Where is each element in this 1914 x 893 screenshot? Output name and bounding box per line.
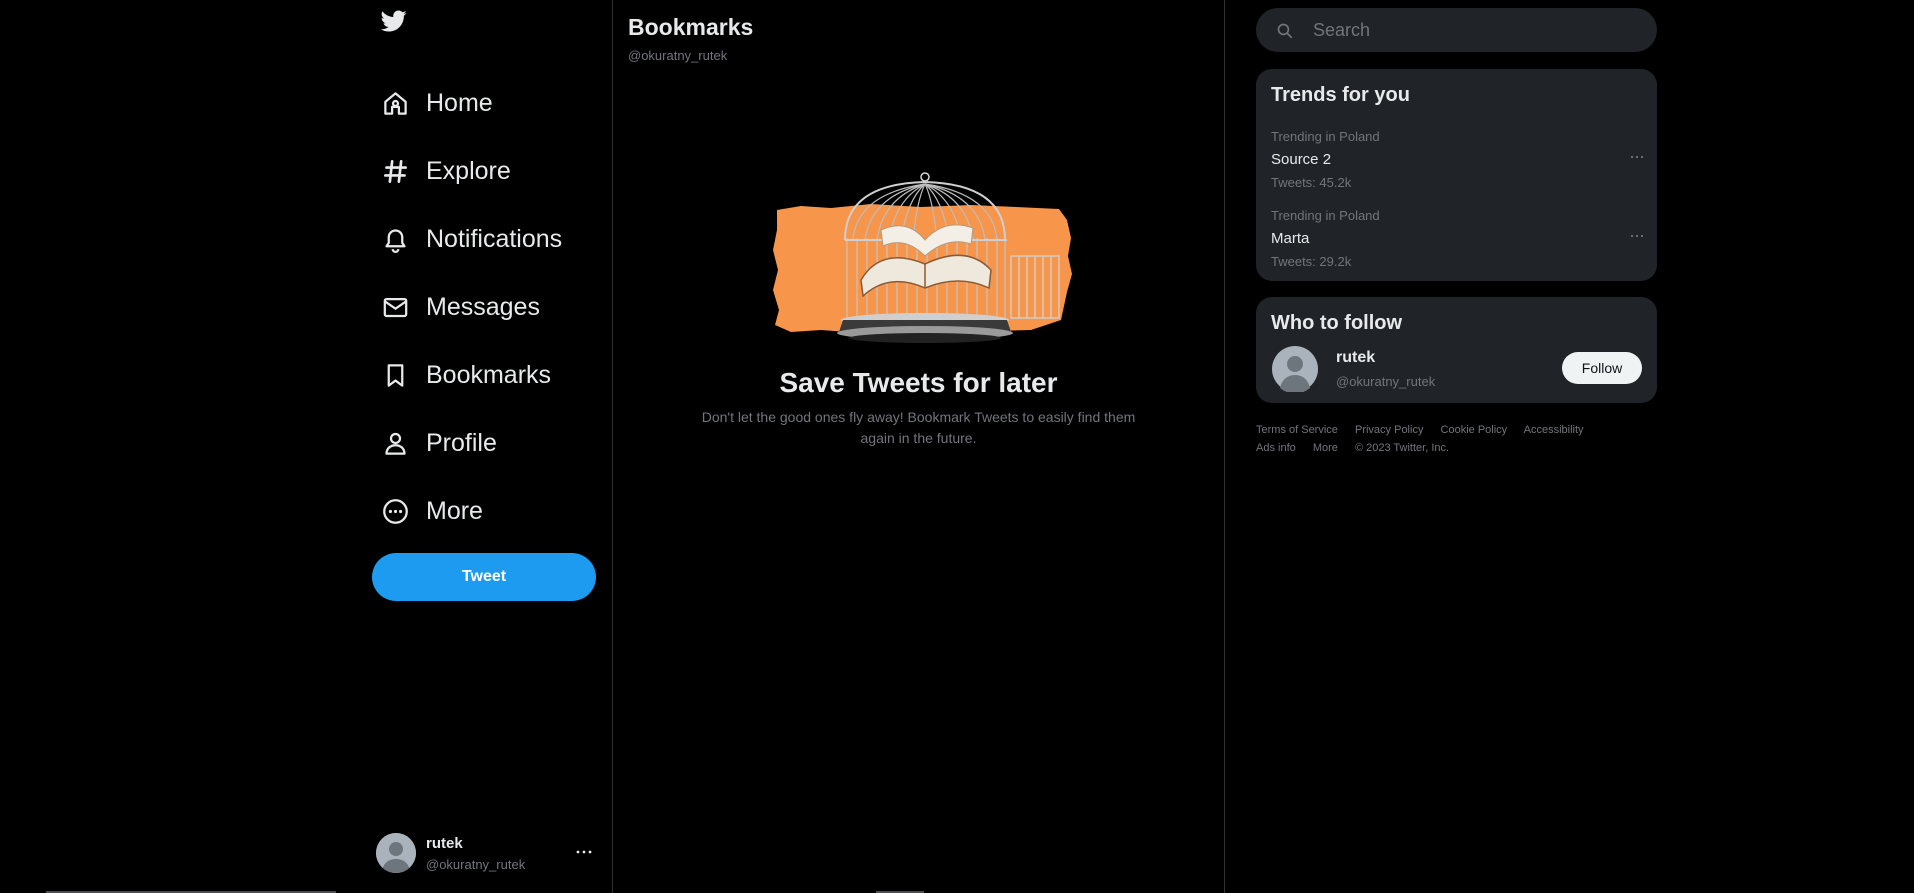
nav-item-profile[interactable]: Profile [380,419,497,467]
nav-item-label: Bookmarks [426,360,552,389]
trend-count: Tweets: 29.2k [1271,254,1352,269]
footer-link-ads-info[interactable]: Ads info [1256,442,1296,454]
footer: Terms of Service Privacy Policy Cookie P… [1256,421,1657,457]
page-subtitle: @okuratny_rutek [628,48,728,63]
nav-item-more[interactable]: More [380,487,483,535]
follow-button[interactable]: Follow [1562,352,1642,384]
page-title: Bookmarks [628,14,754,40]
suggested-account-name[interactable]: rutek [1336,349,1375,367]
trends-panel: Trends for you Trending in Poland Source… [1256,69,1657,281]
trend-context: Trending in Poland [1271,208,1380,223]
search-icon [1276,22,1293,39]
footer-link-accessibility[interactable]: Accessibility [1524,424,1584,436]
bell-icon [380,224,410,254]
bookmark-icon [380,360,410,390]
trend-context: Trending in Poland [1271,129,1380,144]
trend-item[interactable]: Trending in Poland Source 2 Tweets: 45.2… [1256,129,1657,201]
nav-item-label: Home [426,88,493,117]
footer-link-cookies[interactable]: Cookie Policy [1441,424,1508,436]
footer-copyright: © 2023 Twitter, Inc. [1354,442,1450,454]
home-icon [380,88,410,118]
tweet-button[interactable]: Tweet [372,553,596,601]
search-box[interactable] [1256,8,1657,52]
nav-item-explore[interactable]: Explore [380,147,511,195]
nav-item-label: Profile [426,428,497,457]
more-dots-icon[interactable] [574,842,594,862]
who-to-follow-title: Who to follow [1271,312,1403,334]
avatar[interactable] [1272,346,1318,392]
nav-item-home[interactable]: Home [380,79,493,127]
main-column: Bookmarks @okuratny_rutek Save Tweets fo… [612,0,1225,893]
footer-link-privacy[interactable]: Privacy Policy [1355,424,1423,436]
envelope-icon [380,292,410,322]
hashtag-icon [380,156,410,186]
account-switcher[interactable]: rutek @okuratny_rutek [376,828,598,878]
avatar [376,833,416,873]
empty-state-description: Don't let the good ones fly away! Bookma… [701,409,1136,446]
person-icon [380,428,410,458]
twitter-bird-icon[interactable] [379,8,409,34]
trends-title: Trends for you [1271,84,1410,106]
account-name: rutek [426,834,463,852]
trend-item[interactable]: Trending in Poland Marta Tweets: 29.2k [1256,208,1657,280]
more-dots-icon[interactable] [1629,149,1645,165]
trend-count: Tweets: 45.2k [1271,175,1352,190]
nav-item-label: Messages [426,292,540,321]
nav-item-label: Notifications [426,224,563,253]
footer-link-more[interactable]: More [1313,442,1338,454]
nav-item-label: More [426,496,483,525]
more-circle-icon [380,496,410,526]
nav-item-label: Explore [426,156,511,185]
trend-name: Marta [1271,230,1310,247]
empty-state-title: Save Tweets for later [779,367,1058,398]
footer-link-terms[interactable]: Terms of Service [1256,424,1338,436]
who-to-follow-panel: Who to follow rutek @okuratny_rutek Foll… [1256,297,1657,403]
nav-item-bookmarks[interactable]: Bookmarks [380,351,551,399]
account-handle: @okuratny_rutek [426,856,526,872]
birdcage-illustration [761,160,1085,348]
trend-name: Source 2 [1271,151,1332,168]
left-sidebar: Home Explore Notifications Messages Book… [0,0,612,893]
nav-item-messages[interactable]: Messages [380,283,540,331]
nav-item-notifications[interactable]: Notifications [380,215,562,263]
suggested-account-handle: @okuratny_rutek [1336,374,1436,389]
search-input[interactable] [1311,18,1635,42]
more-dots-icon[interactable] [1629,228,1645,244]
